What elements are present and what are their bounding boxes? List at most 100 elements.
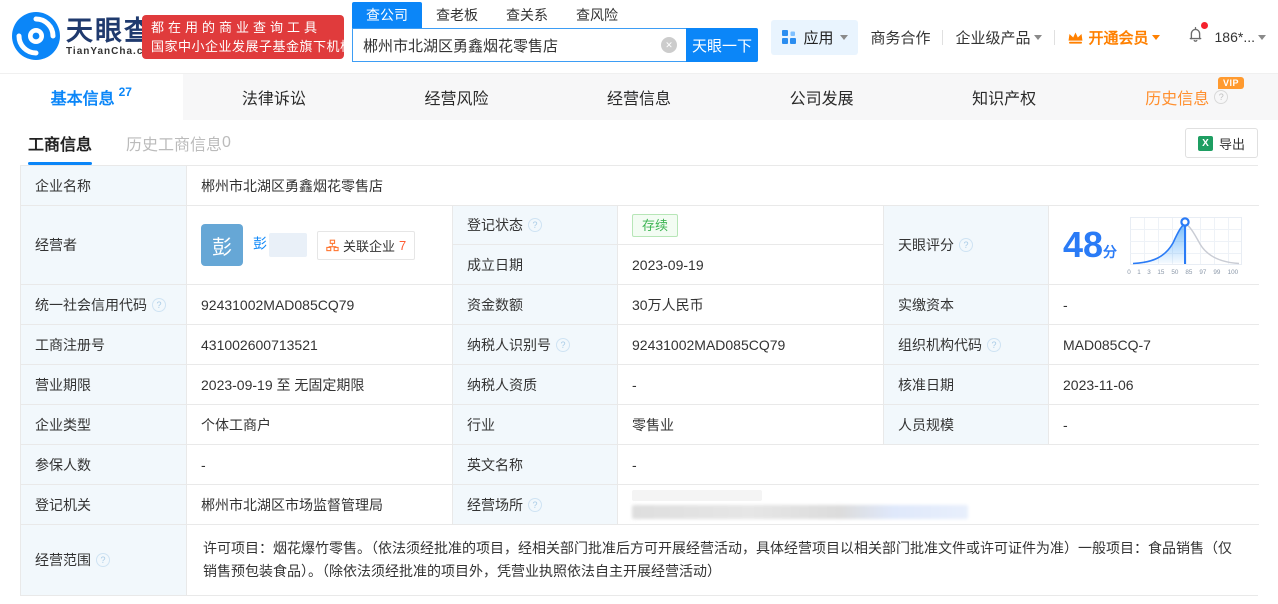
nav-enterprise-products[interactable]: 企业级产品 — [955, 27, 1041, 48]
est-date-value: 2023-09-19 — [618, 245, 884, 285]
enterprise-label: 企业级产品 — [955, 27, 1030, 48]
reg-number-value: 431002600713521 — [187, 325, 453, 365]
reg-authority-value: 郴州市北湖区市场监督管理局 — [187, 485, 453, 525]
search-area: 查公司 查老板 查关系 查风险 ✕ 天眼一下 — [352, 4, 758, 62]
org-chart-icon — [326, 239, 339, 252]
capital-label: 资金数额 — [453, 285, 618, 325]
site-logo[interactable]: 天眼查 TianYanCha.com — [12, 12, 160, 60]
english-name-value: - — [618, 445, 1259, 485]
chevron-down-icon — [1152, 35, 1160, 40]
score-label: 天眼评分 — [898, 235, 954, 255]
business-scope-label: 经营范围 — [35, 550, 91, 570]
reg-authority-label: 登记机关 — [21, 485, 187, 525]
subtab-business-label: 工商信息 — [28, 131, 92, 155]
reg-number-label: 工商注册号 — [21, 325, 187, 365]
operator-name-link[interactable]: 彭 — [253, 236, 267, 252]
paid-capital-value: - — [1049, 285, 1259, 325]
search-input[interactable] — [352, 28, 686, 62]
search-tab-boss[interactable]: 查老板 — [422, 2, 492, 28]
taxpayer-id-label-cell: 纳税人识别号 ? — [453, 325, 618, 365]
business-site-cell — [618, 485, 1259, 525]
search-tabs: 查公司 查老板 查关系 查风险 — [352, 4, 758, 28]
tab-basic-label: 基本信息 — [51, 85, 115, 109]
subtab-history-registration[interactable]: 历史工商信息0 — [126, 120, 231, 165]
company-type-label: 企业类型 — [21, 405, 187, 445]
staff-size-value: - — [1049, 405, 1259, 445]
export-button[interactable]: X 导出 — [1185, 128, 1258, 158]
company-type-value: 个体工商户 — [187, 405, 453, 445]
org-code-label: 组织机构代码 — [898, 335, 982, 355]
help-icon[interactable]: ? — [1214, 90, 1228, 104]
taxpayer-id-label: 纳税人识别号 — [467, 335, 551, 355]
apps-menu[interactable]: 应用 — [771, 20, 858, 55]
tab-legal-proceedings[interactable]: 法律诉讼 — [183, 74, 366, 120]
credit-code-label: 统一社会信用代码 — [35, 295, 147, 315]
operator-avatar[interactable]: 彭 — [201, 224, 243, 266]
operator-label: 经营者 — [21, 206, 187, 285]
slogan-line2: 国家中小企业发展子基金旗下机构 — [151, 37, 335, 56]
business-term-value: 2023-09-19 至 无固定期限 — [187, 365, 453, 405]
vip-badge: VIP — [1218, 77, 1244, 89]
tab-history-info[interactable]: VIP 历史信息 ? — [1095, 74, 1278, 120]
operator-cell: 彭 彭 关联企业 7 — [187, 206, 453, 285]
nav-open-vip[interactable]: 开通会员 — [1067, 27, 1160, 48]
tab-operating-risk[interactable]: 经营风险 — [365, 74, 548, 120]
help-icon[interactable]: ? — [528, 218, 542, 232]
divider — [1054, 30, 1055, 45]
nav-business-cooperation[interactable]: 商务合作 — [870, 27, 930, 48]
phone-label: 186*... — [1215, 29, 1255, 45]
help-icon[interactable]: ? — [987, 338, 1001, 352]
chevron-down-icon — [840, 35, 848, 40]
related-companies-count: 7 — [399, 238, 406, 253]
score-value: 48 — [1063, 224, 1103, 265]
account-phone[interactable]: 186*... — [1215, 29, 1266, 45]
search-tab-risk[interactable]: 查风险 — [562, 2, 632, 28]
tab-basic-count: 27 — [119, 85, 132, 99]
help-icon[interactable]: ? — [528, 498, 542, 512]
business-scope-label-cell: 经营范围 ? — [21, 525, 187, 595]
help-icon[interactable]: ? — [152, 298, 166, 312]
excel-icon: X — [1198, 136, 1213, 151]
score-axis-labels: 0131550859799100 — [1127, 269, 1239, 276]
status-badge: 存续 — [632, 214, 678, 237]
chevron-down-icon — [1258, 35, 1266, 40]
credit-code-label-cell: 统一社会信用代码 ? — [21, 285, 187, 325]
site-header: 天眼查 TianYanCha.com 都在用的商业查询工具 国家中小企业发展子基… — [0, 0, 1278, 74]
search-tab-relation[interactable]: 查关系 — [492, 2, 562, 28]
company-name-value: 郴州市北湖区勇鑫烟花零售店 — [187, 166, 1259, 206]
score-cell[interactable]: 48分 0131550859799100 — [1049, 206, 1259, 285]
company-section-tabs: 基本信息 27 法律诉讼 经营风险 经营信息 公司发展 知识产权 VIP 历史信… — [0, 74, 1278, 120]
help-icon[interactable]: ? — [556, 338, 570, 352]
export-label: 导出 — [1219, 134, 1245, 153]
tab-company-development[interactable]: 公司发展 — [730, 74, 913, 120]
credit-code-value: 92431002MAD085CQ79 — [187, 285, 453, 325]
clear-search-icon[interactable]: ✕ — [661, 37, 677, 53]
english-name-label: 英文名称 — [453, 445, 618, 485]
subtab-business-registration[interactable]: 工商信息 — [28, 120, 92, 165]
slogan-line1: 都在用的商业查询工具 — [151, 18, 335, 37]
help-icon[interactable]: ? — [959, 238, 973, 252]
notifications-bell[interactable] — [1186, 25, 1205, 50]
score-unit: 分 — [1103, 244, 1117, 260]
taxpayer-qualification-value: - — [618, 365, 884, 405]
tab-basic-info[interactable]: 基本信息 27 — [0, 74, 183, 120]
help-icon[interactable]: ? — [96, 553, 110, 567]
industry-value: 零售业 — [618, 405, 884, 445]
related-companies-badge[interactable]: 关联企业 7 — [317, 231, 415, 260]
tab-intellectual-property[interactable]: 知识产权 — [913, 74, 1096, 120]
insured-count-value: - — [187, 445, 453, 485]
business-site-label: 经营场所 — [467, 495, 523, 515]
apps-grid-icon — [781, 29, 797, 45]
score-label-cell: 天眼评分 ? — [884, 206, 1049, 285]
tab-history-label: 历史信息 — [1145, 85, 1209, 109]
vip-label: 开通会员 — [1089, 27, 1149, 48]
operator-name-redacted — [269, 233, 307, 257]
approved-date-value: 2023-11-06 — [1049, 365, 1259, 405]
search-tab-company[interactable]: 查公司 — [352, 2, 422, 28]
search-button[interactable]: 天眼一下 — [686, 28, 758, 62]
tab-operating-info[interactable]: 经营信息 — [548, 74, 731, 120]
org-code-label-cell: 组织机构代码 ? — [884, 325, 1049, 365]
crown-icon — [1067, 30, 1084, 45]
insured-count-label: 参保人数 — [21, 445, 187, 485]
est-date-label: 成立日期 — [453, 245, 618, 285]
